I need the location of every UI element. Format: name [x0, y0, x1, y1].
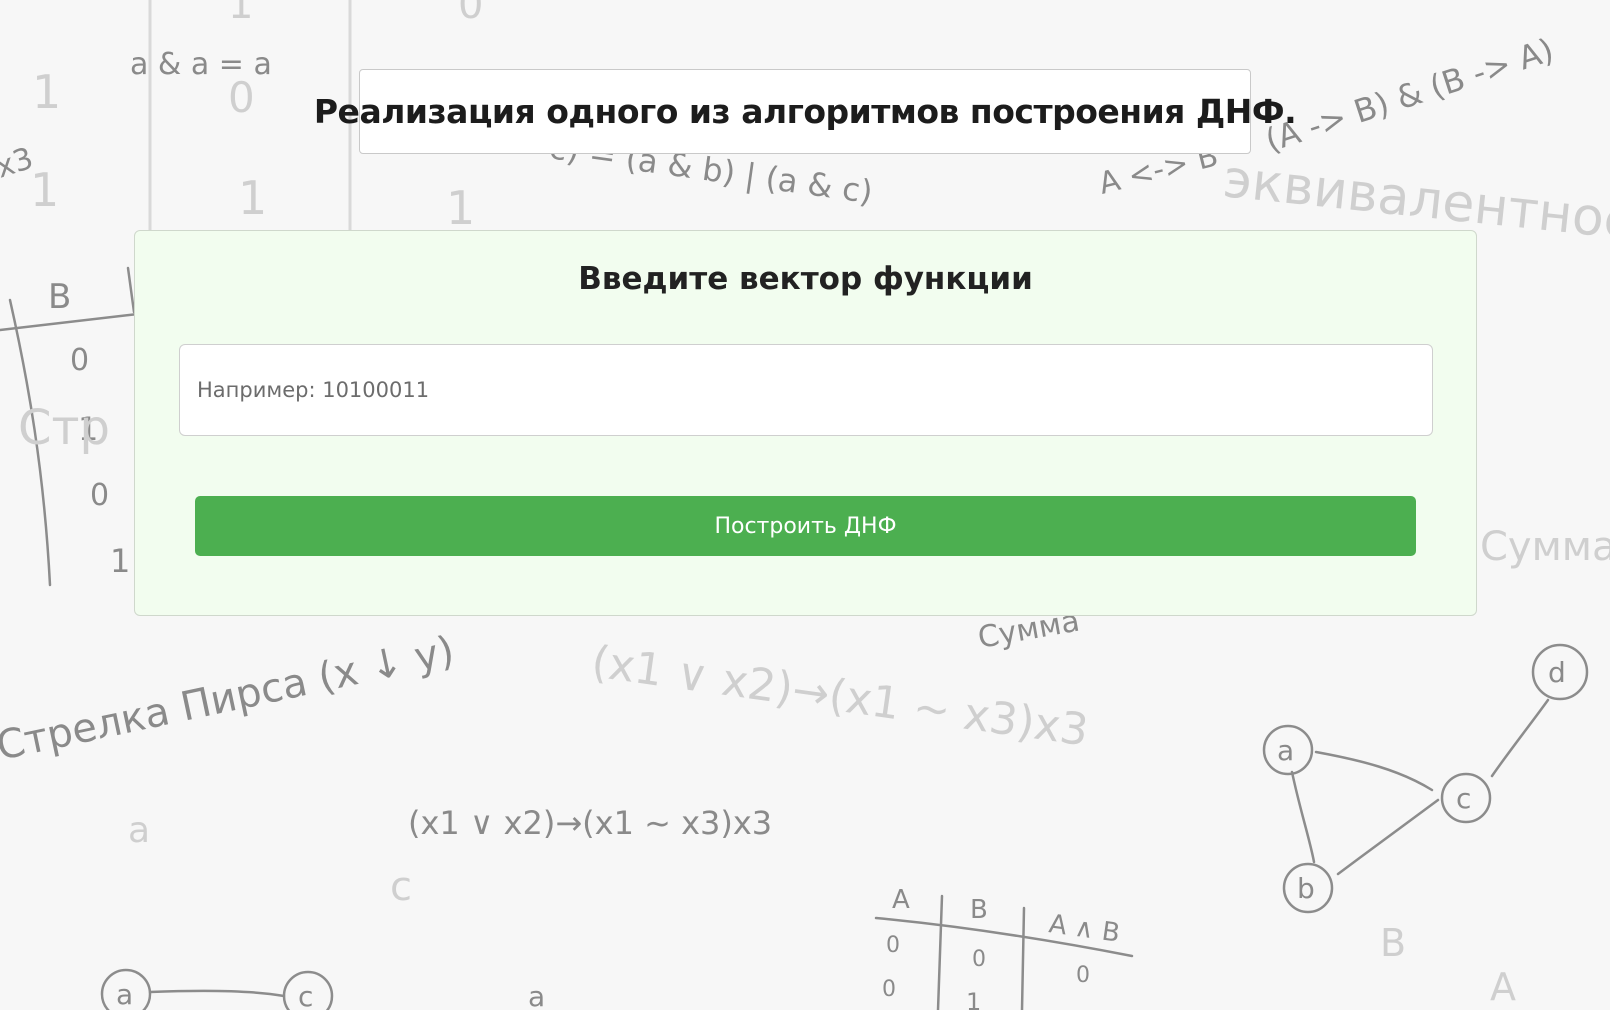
truth-table-rule	[1020, 906, 1026, 1010]
stray-letter: A	[1490, 965, 1516, 1009]
function-vector-input[interactable]	[179, 344, 1433, 436]
blurred-digit: 1	[238, 171, 267, 225]
truth-table-cell: 0	[882, 977, 896, 1002]
graph-node-label: b	[1297, 872, 1315, 905]
truth-table-left: B 0 1 0 1 Стр	[0, 266, 140, 587]
page-title: Реализация одного из алгоритмов построен…	[313, 92, 1297, 131]
page-root: 1 0 1 0 1 1 1 a & a = a x3 c) = (a & b) …	[0, 0, 1610, 1010]
vector-form-card: Введите вектор функции Построить ДНФ	[134, 230, 1477, 616]
blurred-arrow-fragment: Стр	[18, 400, 110, 456]
graph-edge	[1336, 798, 1440, 876]
truth-table-header: B	[48, 277, 71, 317]
truth-table-cell: 1	[966, 988, 981, 1010]
truth-table-cell: 0	[1076, 963, 1090, 988]
blurred-digit: 0	[458, 0, 483, 28]
truth-table-header: A	[892, 885, 910, 915]
build-dnf-button[interactable]: Построить ДНФ	[195, 496, 1416, 556]
blurred-formula: (x1 ∨ x2)→(x1 ~ x3)x3	[588, 636, 1091, 756]
graph-node-label: a	[1277, 734, 1294, 767]
graph-edge	[1490, 698, 1550, 778]
truth-table-cell: 1	[110, 542, 130, 580]
blurred-sum-fragment: Сумма	[1480, 524, 1610, 570]
truth-table-cell: 0	[90, 478, 109, 513]
truth-table-header: B	[970, 895, 988, 925]
formula-equivalence-expansion: (A -> B) & (B -> A)	[1261, 31, 1558, 160]
graph-node-label: c	[298, 980, 313, 1010]
formula-main: (x1 ∨ x2)→(x1 ~ x3)x3	[408, 804, 772, 842]
truth-table-cell: 0	[886, 933, 900, 958]
stray-letter: c	[390, 864, 412, 910]
graph-edge	[1314, 750, 1434, 792]
truth-table-bottom: A B A ∧ B 0 0 0 0 1	[874, 885, 1134, 1010]
page-title-box: Реализация одного из алгоритмов построен…	[314, 69, 1297, 154]
stray-letter: B	[1380, 921, 1406, 965]
graph-node-label: d	[1548, 656, 1566, 689]
truth-table-rule	[936, 894, 944, 1010]
graph-node-label: c	[1456, 782, 1471, 815]
blurred-digit: 1	[228, 0, 253, 28]
blurred-digit: 1	[32, 65, 61, 119]
truth-table-cell: 0	[972, 947, 986, 972]
graph-edge	[148, 989, 286, 998]
stray-letter: a	[128, 810, 150, 851]
formula-peirce-arrow: Стрелка Пирса (x ↓ y)	[0, 628, 458, 770]
stray-letter: a	[528, 980, 545, 1010]
graph-bottom: a c	[100, 968, 334, 1010]
graph-right: a b c d	[1262, 643, 1589, 914]
graph-node-label: a	[116, 978, 133, 1010]
form-heading: Введите вектор функции	[578, 261, 1033, 297]
blurred-digit: 1	[446, 181, 475, 235]
formula-idempotence: a & a = a	[130, 47, 272, 82]
truth-table-cell: 0	[70, 343, 89, 378]
graph-edge	[1290, 770, 1316, 864]
